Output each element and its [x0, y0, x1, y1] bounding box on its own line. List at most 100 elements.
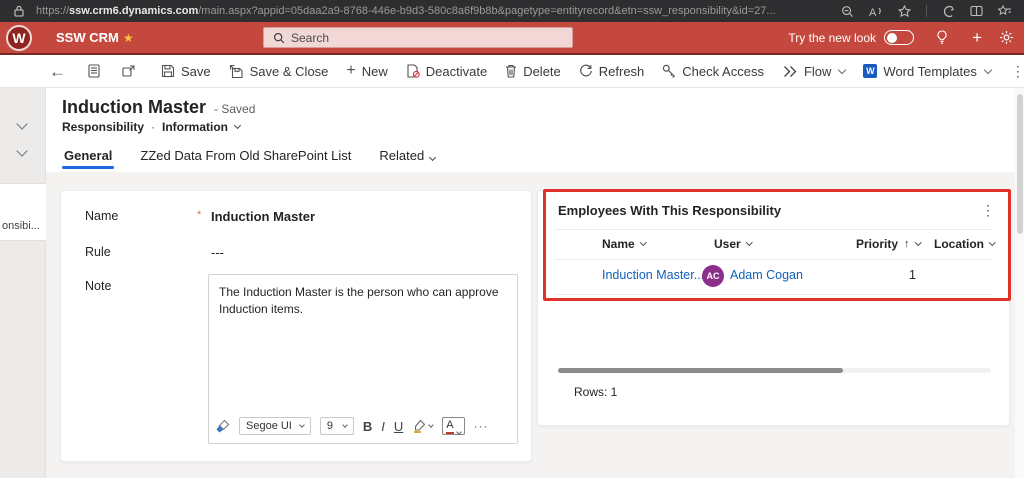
- dynamics-crm-window: https://ssw.crm6.dynamics.com/main.aspx?…: [0, 0, 1024, 478]
- note-text[interactable]: The Induction Master is the person who c…: [209, 275, 517, 327]
- format-painter-icon[interactable]: [215, 419, 230, 434]
- required-asterisk: *: [197, 209, 211, 224]
- page-scrollbar[interactable]: [1015, 88, 1024, 478]
- new-look-label: Try the new look: [788, 31, 876, 45]
- more-formatting-button[interactable]: ···: [474, 419, 489, 433]
- chevron-down-icon: [456, 429, 462, 435]
- divider: [926, 5, 927, 17]
- tab-general[interactable]: General: [62, 142, 114, 172]
- font-name-select[interactable]: Segoe UI: [239, 417, 311, 435]
- sidebar-collapsed-item[interactable]: onsibi...: [0, 183, 46, 241]
- url-text[interactable]: https://ssw.crm6.dynamics.com/main.aspx?…: [36, 5, 841, 17]
- quick-create-plus-icon[interactable]: +: [972, 28, 982, 48]
- command-bar: ← Save Save & Close + New Deactivate Del…: [0, 55, 1024, 88]
- rich-text-toolbar: Segoe UI 9 B I U A ···: [215, 413, 511, 439]
- page-scrollbar-thumb[interactable]: [1017, 94, 1023, 234]
- favorite-star-icon[interactable]: [898, 5, 911, 18]
- subgrid-more-button[interactable]: ⋮: [981, 202, 995, 219]
- column-header-location[interactable]: Location: [934, 237, 995, 251]
- new-look-toggle[interactable]: [884, 30, 914, 45]
- font-color-button[interactable]: A: [442, 417, 464, 435]
- refresh-button[interactable]: Refresh: [570, 55, 654, 87]
- highlight-color-button[interactable]: [412, 419, 433, 433]
- app-favorite-star-icon[interactable]: ★: [123, 31, 134, 45]
- record-set-button[interactable]: [77, 55, 111, 87]
- rule-field-value[interactable]: ---: [211, 245, 224, 260]
- underline-button[interactable]: U: [394, 419, 403, 434]
- entity-type-label: Responsibility: [62, 120, 144, 134]
- collapsed-sidebar: onsibi...: [0, 88, 46, 478]
- sort-ascending-icon: ↑: [904, 238, 910, 250]
- chevron-down-icon: [746, 239, 752, 245]
- subgrid-scrollbar-thumb[interactable]: [558, 368, 843, 373]
- rule-field-label: Rule: [85, 245, 197, 260]
- bold-button[interactable]: B: [363, 419, 372, 434]
- popout-button[interactable]: [111, 55, 146, 87]
- tab-zzed-data[interactable]: ZZed Data From Old SharePoint List: [138, 142, 353, 172]
- settings-gear-icon[interactable]: [999, 30, 1014, 45]
- new-button[interactable]: + New: [337, 55, 396, 87]
- name-field-value[interactable]: Induction Master: [211, 209, 315, 224]
- subgrid-scrollbar-track: [558, 368, 991, 373]
- tab-related[interactable]: Related: [377, 142, 437, 172]
- chevron-down-icon: [429, 154, 436, 161]
- sidebar-expand-icon[interactable]: [18, 115, 26, 133]
- save-and-close-button[interactable]: Save & Close: [220, 55, 338, 87]
- toggle-knob: [887, 33, 897, 43]
- browser-essentials-icon[interactable]: [942, 5, 955, 18]
- user-link[interactable]: Adam Cogan: [730, 268, 803, 282]
- chevron-down-icon: [640, 239, 646, 245]
- divider: [554, 294, 993, 295]
- chevron-down-icon: [299, 422, 305, 428]
- save-status: - Saved: [214, 102, 255, 116]
- table-row[interactable]: Induction Master... AC Adam Cogan 1: [538, 259, 1009, 294]
- crm-search-box[interactable]: [263, 27, 573, 48]
- employees-subgrid-card: Employees With This Responsibility ⋮ Nam…: [537, 190, 1010, 426]
- chevron-down-icon: [234, 122, 241, 129]
- column-header-name[interactable]: Name: [602, 237, 645, 251]
- form-content: Name * Induction Master Rule --- Note Th…: [46, 172, 1024, 478]
- subgrid-header-row: Name User Priority↑ Location: [538, 229, 1009, 259]
- ssw-logo[interactable]: W: [6, 25, 32, 51]
- zoom-indicator-icon[interactable]: [841, 5, 854, 18]
- note-editor[interactable]: The Induction Master is the person who c…: [208, 274, 518, 444]
- check-access-button[interactable]: Check Access: [653, 55, 773, 87]
- sidebar-expand-icon[interactable]: [18, 142, 26, 160]
- rows-count: Rows: 1: [574, 385, 617, 399]
- main-area: onsibi... Induction Master - Saved Respo…: [0, 88, 1024, 478]
- subgrid-title: Employees With This Responsibility: [558, 203, 781, 218]
- save-button[interactable]: Save: [152, 55, 220, 87]
- italic-button[interactable]: I: [381, 419, 385, 434]
- back-button[interactable]: ←: [38, 55, 77, 87]
- form-tabs: General ZZed Data From Old SharePoint Li…: [62, 142, 437, 172]
- note-field-label: Note: [85, 279, 197, 293]
- deactivate-button[interactable]: Deactivate: [397, 55, 496, 87]
- column-header-user[interactable]: User: [714, 237, 751, 251]
- chevron-down-icon: [428, 422, 434, 428]
- lightbulb-icon[interactable]: [936, 30, 948, 45]
- column-header-priority[interactable]: Priority↑: [856, 237, 920, 251]
- read-aloud-icon[interactable]: A: [869, 5, 883, 18]
- word-templates-button[interactable]: W Word Templates: [854, 55, 999, 87]
- flow-button[interactable]: Flow: [773, 55, 854, 87]
- form-selector[interactable]: Information: [162, 120, 228, 134]
- font-size-select[interactable]: 9: [320, 417, 354, 435]
- search-icon: [273, 32, 285, 44]
- chevron-down-icon: [989, 239, 995, 245]
- delete-button[interactable]: Delete: [496, 55, 570, 87]
- user-avatar: AC: [702, 265, 724, 287]
- page-title: Induction Master: [62, 97, 206, 118]
- general-section-card: Name * Induction Master Rule --- Note Th…: [60, 190, 532, 462]
- lock-icon: [14, 5, 24, 17]
- record-header: Induction Master - Saved Responsibility …: [46, 88, 1024, 172]
- name-field-label: Name: [85, 209, 197, 224]
- word-icon: W: [863, 64, 877, 78]
- more-commands-button[interactable]: ⋮: [1000, 55, 1024, 87]
- favorites-bar-icon[interactable]: [998, 5, 1012, 18]
- priority-value: 1: [858, 268, 916, 282]
- app-name[interactable]: SSW CRM: [56, 30, 119, 45]
- search-input[interactable]: [291, 31, 541, 45]
- split-screen-icon[interactable]: [970, 5, 983, 17]
- chevron-down-icon: [838, 65, 846, 73]
- record-name-link[interactable]: Induction Master...: [602, 268, 704, 282]
